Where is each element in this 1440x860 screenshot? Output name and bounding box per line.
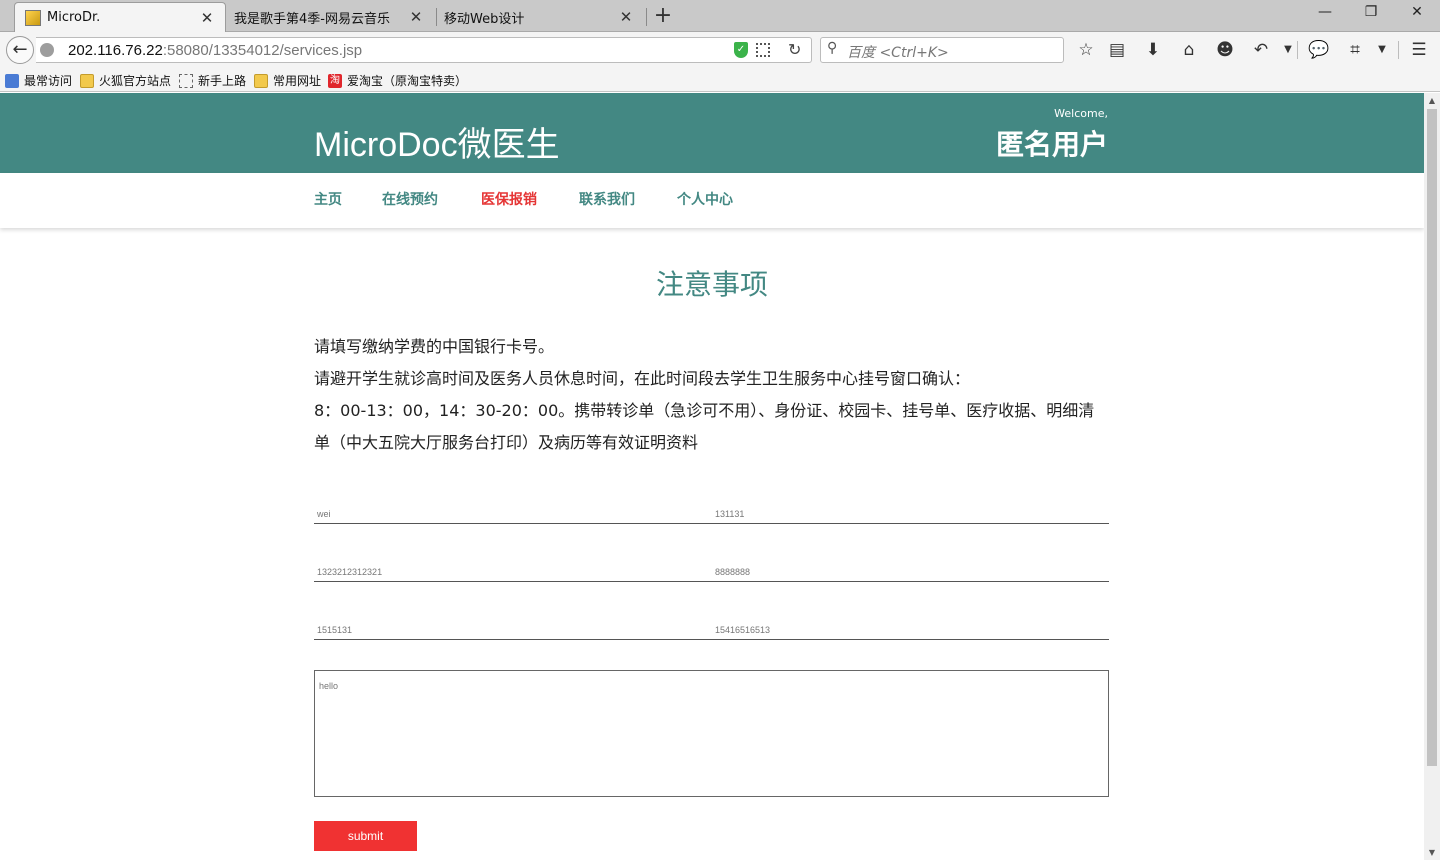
page-viewport: MicroDoc微医生 Welcome, 匿名用户 主页 在线预约 医保报销 联… <box>0 93 1424 860</box>
toolbar-divider <box>1398 41 1399 59</box>
url-text[interactable]: 202.116.76.22:58080/13354012/services.js… <box>68 42 362 59</box>
bookmark-common-sites[interactable]: 常用网址 <box>254 72 321 89</box>
nav-online-booking[interactable]: 在线预约 <box>382 189 438 209</box>
site-header: MicroDoc微医生 Welcome, 匿名用户 <box>0 93 1424 173</box>
phone-field[interactable] <box>712 606 1109 640</box>
welcome-text: Welcome, <box>1054 107 1108 120</box>
id-number-field[interactable] <box>314 548 712 582</box>
back-arrow-icon[interactable]: ← <box>6 36 34 64</box>
bookmark-label: 爱淘宝（原淘宝特卖） <box>347 74 468 88</box>
search-bar[interactable]: ⚲ 百度 <Ctrl+K> <box>820 37 1064 63</box>
address-bar[interactable]: 202.116.76.22:58080/13354012/services.js… <box>36 37 812 63</box>
bookmark-most-visited[interactable]: 最常访问 <box>5 72 72 89</box>
site-logo[interactable]: MicroDoc微医生 <box>314 117 560 166</box>
shield-icon[interactable]: ✓ <box>734 42 748 58</box>
crop-icon[interactable]: ⌗ <box>1343 38 1367 62</box>
bookmark-ai-taobao[interactable]: 淘 爱淘宝（原淘宝特卖） <box>328 72 467 89</box>
tab-divider <box>646 8 647 26</box>
tab-divider <box>436 8 437 26</box>
tab-title: 移动Web设计 <box>444 11 525 27</box>
submit-button[interactable]: submit <box>314 821 417 851</box>
window-close-icon[interactable]: ✕ <box>1402 4 1432 20</box>
notice-line: 8：00-13：00，14：30-20：00。携带转诊单（急诊可不用）、身份证、… <box>314 401 1095 452</box>
reload-icon[interactable]: ↻ <box>788 40 801 59</box>
page-scrollbar[interactable]: ▲ ▼ <box>1424 93 1440 860</box>
id-number-input[interactable] <box>314 548 712 581</box>
nav-contact-us[interactable]: 联系我们 <box>579 189 635 209</box>
folder-icon <box>254 73 268 88</box>
site-favicon-icon <box>25 9 41 26</box>
search-placeholder: 百度 <Ctrl+K> <box>847 45 949 61</box>
bookmark-label: 火狐官方站点 <box>99 74 172 88</box>
bookmark-firefox-site[interactable]: 火狐官方站点 <box>80 72 171 89</box>
notice-line: 请避开学生就诊高时间及医务人员休息时间，在此时间段去学生卫生服务中心挂号窗口确认… <box>314 369 971 388</box>
amount-field[interactable] <box>314 606 712 640</box>
folder-icon <box>80 73 94 88</box>
bookmark-label: 最常访问 <box>24 74 73 88</box>
chat-icon[interactable]: 💬 <box>1307 38 1331 62</box>
home-icon[interactable]: ⌂ <box>1177 38 1201 62</box>
tab-netease-music[interactable]: 我是歌手第4季-网易云音乐 ✕ <box>228 2 434 32</box>
menu-icon[interactable]: ☰ <box>1407 38 1431 62</box>
close-tab-icon[interactable]: ✕ <box>616 8 636 26</box>
taobao-icon: 淘 <box>328 73 342 88</box>
bookmark-label: 常用网址 <box>273 74 322 88</box>
phone-input[interactable] <box>712 606 1109 639</box>
card-number-input[interactable] <box>712 490 1109 523</box>
scroll-up-icon[interactable]: ▲ <box>1424 96 1440 105</box>
tab-microdr[interactable]: MicroDr. ✕ <box>14 2 226 32</box>
name-field[interactable] <box>314 490 712 524</box>
most-visited-icon <box>5 73 19 88</box>
notice-title: 注意事项 <box>655 268 768 301</box>
bookmark-label: 新手上路 <box>198 74 247 88</box>
toolbar-divider <box>1297 41 1298 59</box>
qr-code-icon[interactable] <box>756 43 770 57</box>
dropdown-arrow-icon[interactable]: ▼ <box>1370 38 1394 62</box>
notice-text: 请填写缴纳学费的中国银行卡号。 请避开学生就诊高时间及医务人员休息时间，在此时间… <box>314 331 1108 459</box>
close-tab-icon[interactable]: ✕ <box>197 9 217 27</box>
reading-list-icon[interactable]: ▤ <box>1105 38 1129 62</box>
tab-title: 我是歌手第4季-网易云音乐 <box>234 11 390 27</box>
username[interactable]: 匿名用户 <box>996 123 1108 163</box>
tab-mobile-web-design[interactable]: 移动Web设计 ✕ <box>438 2 644 32</box>
globe-icon <box>40 43 54 57</box>
student-id-input[interactable] <box>712 548 1109 581</box>
url-host: 202.116.76.22 <box>68 42 163 59</box>
message-box[interactable]: hello <box>314 670 1109 797</box>
new-tab-icon[interactable]: + <box>650 3 676 28</box>
nav-insurance-claims[interactable]: 医保报销 <box>481 189 537 209</box>
card-number-field[interactable] <box>712 490 1109 524</box>
page-icon <box>179 73 193 88</box>
search-icon: ⚲ <box>827 40 838 56</box>
bookmark-getting-started[interactable]: 新手上路 <box>179 72 246 89</box>
undo-icon[interactable]: ↶ <box>1249 38 1273 62</box>
message-textarea[interactable]: hello <box>315 671 1108 796</box>
scrollbar-thumb[interactable] <box>1427 109 1437 766</box>
minimize-icon[interactable]: — <box>1310 4 1340 20</box>
site-nav: 主页 在线预约 医保报销 联系我们 个人中心 <box>0 173 1424 228</box>
close-tab-icon[interactable]: ✕ <box>406 8 426 26</box>
tab-title: MicroDr. <box>47 10 101 25</box>
amount-input[interactable] <box>314 606 712 639</box>
nav-home[interactable]: 主页 <box>314 189 342 209</box>
download-icon[interactable]: ⬇ <box>1141 38 1165 62</box>
scroll-down-icon[interactable]: ▼ <box>1424 848 1440 857</box>
restore-icon[interactable]: ❐ <box>1356 4 1386 20</box>
notice-line: 请填写缴纳学费的中国银行卡号。 <box>314 337 555 356</box>
student-id-field[interactable] <box>712 548 1109 582</box>
name-input[interactable] <box>314 490 712 523</box>
bookmarks-bar: 最常访问 火狐官方站点 新手上路 常用网址 淘 爱淘宝（原淘宝特卖） <box>0 68 1440 92</box>
bookmark-star-icon[interactable]: ☆ <box>1074 38 1098 62</box>
url-path: :58080/13354012/services.jsp <box>162 42 363 59</box>
browser-tab-strip: MicroDr. ✕ 我是歌手第4季-网易云音乐 ✕ 移动Web设计 ✕ + —… <box>0 0 1440 32</box>
nav-personal-center[interactable]: 个人中心 <box>677 189 733 209</box>
emoji-icon[interactable]: ☻ <box>1213 38 1237 62</box>
